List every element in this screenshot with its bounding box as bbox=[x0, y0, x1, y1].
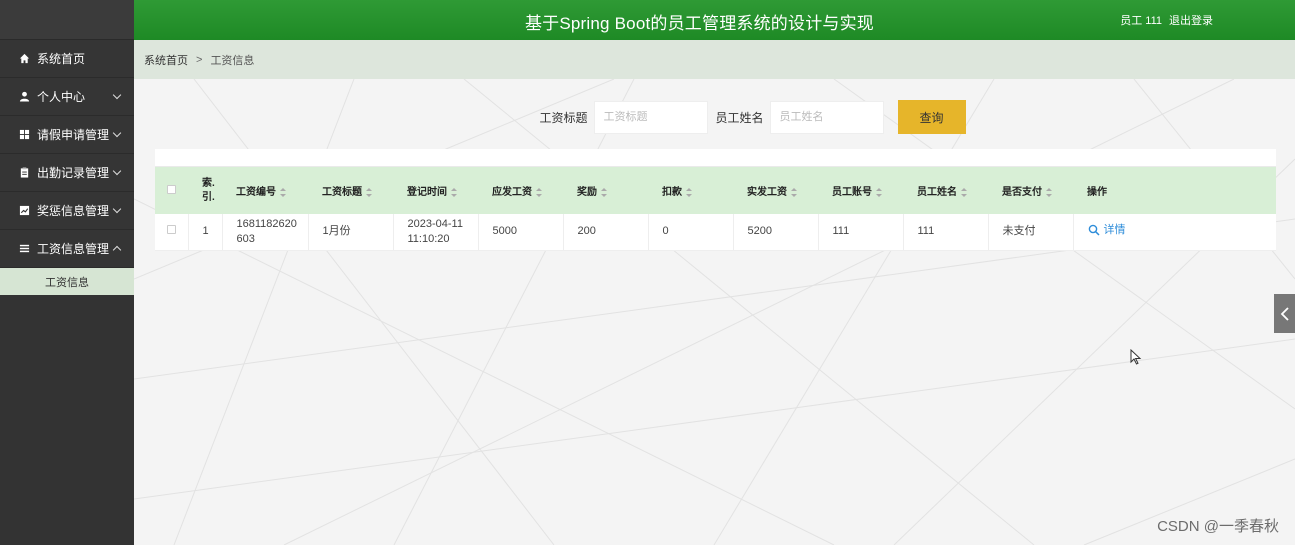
cell-bonus: 200 bbox=[563, 214, 649, 251]
sidebar-item-label: 工资信息管理 bbox=[37, 242, 110, 256]
user-icon bbox=[18, 91, 30, 103]
sidebar-item-salary[interactable]: 工资信息管理 bbox=[0, 230, 134, 268]
sidebar-item-personal-center[interactable]: 个人中心 bbox=[0, 78, 134, 116]
table-toolbar bbox=[155, 149, 1276, 167]
sidebar-subitem-salary-info[interactable]: 工资信息 bbox=[0, 268, 134, 295]
chevron-down-icon bbox=[112, 204, 122, 213]
cell-employee-account: 111 bbox=[818, 214, 904, 251]
employee-name-input[interactable] bbox=[769, 100, 884, 134]
sidebar-logo-area bbox=[0, 0, 134, 40]
detail-button[interactable]: 详情 bbox=[1088, 223, 1126, 238]
col-employee-account[interactable]: 员工账号 bbox=[818, 167, 903, 214]
col-register-time[interactable]: 登记时间 bbox=[393, 167, 478, 214]
col-net-salary[interactable]: 实发工资 bbox=[733, 167, 818, 214]
sort-icon[interactable] bbox=[366, 187, 372, 197]
cell-actions: 详情 bbox=[1073, 214, 1276, 251]
current-user-label: 员工 111 bbox=[1120, 15, 1162, 27]
chevron-down-icon bbox=[112, 128, 122, 137]
breadcrumb-home[interactable]: 系统首页 bbox=[144, 52, 188, 68]
sidebar-item-label: 个人中心 bbox=[37, 90, 86, 104]
sidebar-item-label: 请假申请管理 bbox=[37, 128, 110, 142]
table-row: 1 1681182620 603 1月份 2023-04-11 11:10:20… bbox=[155, 214, 1276, 251]
row-checkbox[interactable] bbox=[167, 225, 176, 235]
sidebar-item-label: 出勤记录管理 bbox=[37, 166, 110, 180]
col-index: 索. 引. bbox=[202, 177, 215, 203]
cell-gross-salary: 5000 bbox=[478, 214, 564, 251]
sidebar-item-attendance[interactable]: 出勤记录管理 bbox=[0, 154, 134, 192]
col-paid[interactable]: 是否支付 bbox=[988, 167, 1073, 214]
logout-link[interactable]: 退出登录 bbox=[1169, 12, 1213, 28]
col-employee-name[interactable]: 员工姓名 bbox=[903, 167, 988, 214]
chevron-down-icon bbox=[112, 90, 122, 99]
breadcrumb-separator: > bbox=[196, 53, 203, 66]
sort-icon[interactable] bbox=[1046, 187, 1052, 197]
salary-title-input[interactable] bbox=[593, 100, 708, 134]
chevron-down-icon bbox=[112, 166, 122, 175]
cell-register-time: 2023-04-11 11:10:20 bbox=[393, 214, 479, 251]
select-all-checkbox[interactable] bbox=[167, 184, 176, 194]
watermark: CSDN @一季春秋 bbox=[1157, 518, 1279, 535]
col-salary-number[interactable]: 工资编号 bbox=[222, 167, 308, 214]
employee-name-label: 员工姓名 bbox=[715, 110, 764, 125]
sort-icon[interactable] bbox=[280, 187, 286, 197]
sort-icon[interactable] bbox=[961, 187, 967, 197]
salary-title-label: 工资标题 bbox=[539, 110, 588, 125]
col-actions: 操作 bbox=[1087, 187, 1107, 198]
breadcrumb: 系统首页 > 工资信息 bbox=[134, 40, 1295, 79]
sort-icon[interactable] bbox=[791, 187, 797, 197]
col-salary-title[interactable]: 工资标题 bbox=[308, 167, 393, 214]
chevron-left-icon bbox=[1280, 306, 1289, 321]
sidebar-item-home[interactable]: 系统首页 bbox=[0, 40, 134, 78]
cell-salary-number: 1681182620 603 bbox=[222, 214, 309, 251]
chevron-up-icon bbox=[112, 245, 122, 254]
search-icon bbox=[1088, 224, 1100, 236]
sidebar-item-label: 奖惩信息管理 bbox=[37, 204, 110, 218]
header-user-area: 员工 111 退出登录 bbox=[1120, 12, 1213, 28]
top-header: 基于Spring Boot的员工管理系统的设计与实现 员工 111 退出登录 bbox=[134, 0, 1295, 40]
main-content: 工资标题 员工姓名 查询 索. 引. 工资编号 工资标题 bbox=[134, 79, 1295, 545]
sort-icon[interactable] bbox=[686, 187, 692, 197]
sort-icon[interactable] bbox=[876, 187, 882, 197]
cell-net-salary: 5200 bbox=[733, 214, 819, 251]
col-gross-salary[interactable]: 应发工资 bbox=[478, 167, 563, 214]
sort-icon[interactable] bbox=[451, 187, 457, 197]
search-bar: 工资标题 员工姓名 查询 bbox=[134, 100, 1295, 134]
mouse-cursor-icon bbox=[1130, 349, 1142, 365]
cell-salary-title: 1月份 bbox=[308, 214, 394, 251]
cell-paid: 未支付 bbox=[988, 214, 1074, 251]
sidebar-item-leave[interactable]: 请假申请管理 bbox=[0, 116, 134, 154]
side-panel-toggle[interactable] bbox=[1274, 294, 1295, 333]
list-icon bbox=[18, 243, 30, 255]
sidebar-item-label: 系统首页 bbox=[37, 52, 86, 66]
sidebar-item-rewards[interactable]: 奖惩信息管理 bbox=[0, 192, 134, 230]
salary-table: 索. 引. 工资编号 工资标题 登记时间 应发工资 奖励 扣款 实发工资 员工账… bbox=[155, 149, 1276, 251]
col-bonus[interactable]: 奖励 bbox=[563, 167, 648, 214]
cell-index: 1 bbox=[188, 214, 223, 251]
sort-icon[interactable] bbox=[536, 187, 542, 197]
cell-employee-name: 111 bbox=[903, 214, 989, 251]
clipboard-icon bbox=[18, 167, 30, 179]
cell-deduction: 0 bbox=[648, 214, 734, 251]
sidebar: 系统首页 个人中心 请假申请管理 出勤记录管理 奖惩信息管理 工资信息管理 工资… bbox=[0, 0, 134, 545]
chart-icon bbox=[18, 205, 30, 217]
grid-icon bbox=[18, 129, 30, 141]
table-header-row: 索. 引. 工资编号 工资标题 登记时间 应发工资 奖励 扣款 实发工资 员工账… bbox=[155, 167, 1276, 214]
search-button[interactable]: 查询 bbox=[897, 100, 966, 134]
sort-icon[interactable] bbox=[601, 187, 607, 197]
breadcrumb-current: 工资信息 bbox=[210, 54, 255, 67]
home-icon bbox=[18, 53, 30, 65]
col-deduction[interactable]: 扣款 bbox=[648, 167, 733, 214]
